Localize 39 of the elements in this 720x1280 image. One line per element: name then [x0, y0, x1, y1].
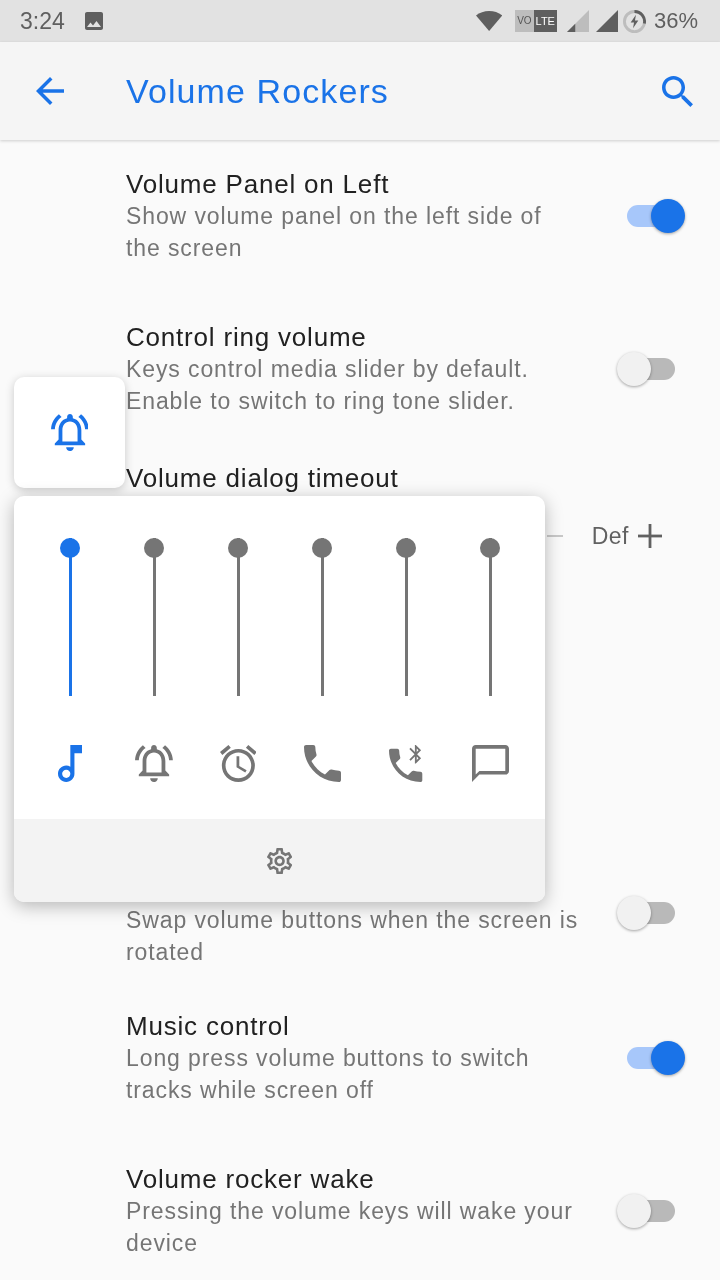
setting-title: Volume dialog timeout: [126, 462, 400, 494]
volume-slider[interactable]: [396, 538, 416, 696]
volume-slider[interactable]: [312, 538, 332, 696]
signal-icon: [595, 10, 618, 32]
setting-summary: Keys control media slider by default. Enable to switch to ring tone slider.: [126, 355, 530, 416]
phone-bluetooth-icon[interactable]: [389, 745, 423, 782]
volume-slider[interactable]: [60, 538, 80, 696]
signal-icon: [566, 10, 589, 32]
chat-bubble-icon[interactable]: [471, 745, 509, 782]
battery-saver-icon: [622, 9, 646, 33]
setting-summary: Show volume panel on the left side of the screen: [126, 202, 543, 263]
settings-icon[interactable]: [266, 847, 293, 874]
music-note-icon[interactable]: [57, 745, 83, 782]
battery-level: 36%: [653, 8, 698, 34]
setting-title: Volume Panel on Left: [126, 168, 391, 200]
bell-icon[interactable]: [135, 745, 173, 782]
wifi-icon: [475, 11, 503, 31]
back-arrow-icon[interactable]: [36, 77, 64, 105]
setting-title: Music control: [126, 1010, 291, 1042]
setting-summary: Long press volume buttons to switch tracks while screen off: [126, 1044, 531, 1105]
phone-icon[interactable]: [303, 745, 341, 782]
timeout-value: Def: [591, 522, 629, 550]
volume-slider[interactable]: [144, 538, 164, 696]
alarm-clock-icon[interactable]: [219, 745, 257, 782]
ringer-button[interactable]: [14, 377, 125, 488]
volume-slider[interactable]: [228, 538, 248, 696]
volume-slider[interactable]: [480, 538, 500, 696]
bell-icon: [50, 414, 89, 451]
image-icon: [84, 12, 103, 30]
search-icon[interactable]: [662, 75, 693, 107]
page-title: Volume Rockers: [126, 71, 390, 111]
setting-summary: Pressing the volume keys will wake your device: [126, 1197, 574, 1258]
setting-title: Control ring volume: [126, 321, 368, 353]
setting-title: Volume rocker wake: [126, 1163, 376, 1195]
network-type-label: VO: [515, 10, 534, 32]
setting-summary: Swap volume buttons when the screen is rotated: [126, 906, 580, 967]
plus-icon[interactable]: [638, 524, 662, 548]
status-time: 3:24: [20, 7, 65, 35]
network-type-label: LTE: [533, 10, 557, 32]
